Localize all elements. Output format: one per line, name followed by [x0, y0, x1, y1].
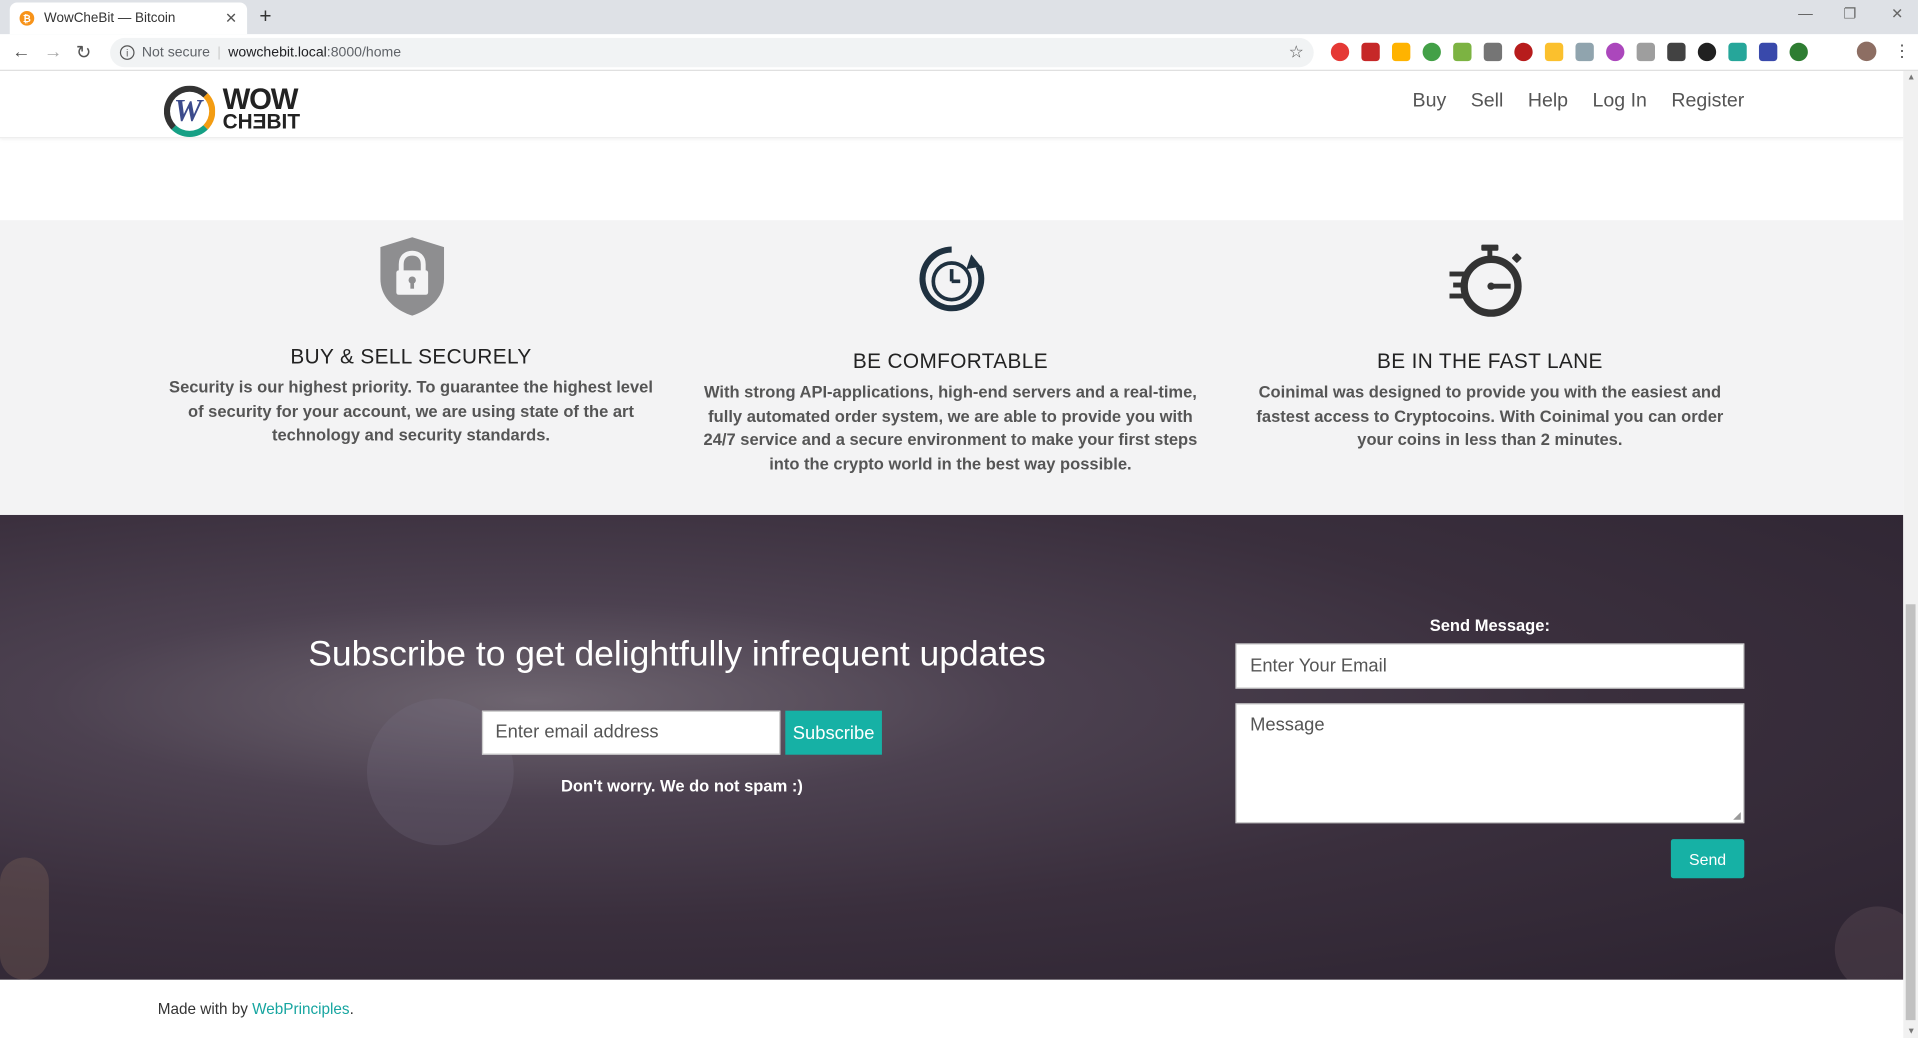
subscribe-button[interactable]: Subscribe: [785, 710, 882, 755]
stopwatch-refresh-icon: [919, 246, 985, 312]
extension-icon[interactable]: [1758, 42, 1778, 62]
feature-fast-lane-title: BE IN THE FAST LANE: [1376, 349, 1603, 374]
web-page: W WOW CHƎBIT Buy Sell Help Log In Regist…: [0, 70, 1904, 1038]
nav-help[interactable]: Help: [1528, 91, 1568, 113]
address-bar[interactable]: i Not secure | wowchebit.local:8000/home…: [110, 37, 1314, 68]
extension-icon[interactable]: [1453, 42, 1472, 62]
extension-icon[interactable]: [1483, 42, 1503, 62]
message-placeholder: Message: [1250, 714, 1325, 736]
bitcoin-favicon-icon: ₿: [19, 11, 35, 26]
scroll-up-icon[interactable]: ▲: [1907, 73, 1915, 82]
browser-tab-bar: ₿ WowCheBit — Bitcoin ✕ + — ❐ ✕: [0, 0, 1918, 35]
bokeh-blur: [0, 857, 49, 980]
nav-sell[interactable]: Sell: [1471, 91, 1504, 113]
not-secure-label: Not secure: [141, 45, 210, 60]
tab-close-icon[interactable]: ✕: [225, 10, 237, 27]
feature-secure: BUY & SELL SECURELY Security is our high…: [160, 345, 662, 447]
bokeh-blur: [1834, 906, 1904, 980]
tab-title: WowCheBit — Bitcoin: [44, 11, 176, 26]
fast-stopwatch-icon: [1449, 244, 1522, 317]
subscribe-title: Subscribe to get delightfully infrequent…: [308, 634, 1046, 674]
info-icon[interactable]: i: [119, 45, 135, 60]
reload-icon[interactable]: ↻: [76, 42, 91, 64]
extension-icon[interactable]: [1361, 42, 1380, 62]
scrollbar-thumb[interactable]: [1905, 604, 1916, 1021]
back-icon[interactable]: ←: [12, 42, 30, 63]
message-email-input[interactable]: Enter Your Email: [1235, 643, 1745, 689]
extension-icon[interactable]: [1789, 42, 1808, 62]
url-path: :8000/home: [326, 45, 402, 60]
webprinciples-link[interactable]: WebPrinciples: [252, 1001, 349, 1018]
nav-register[interactable]: Register: [1671, 91, 1744, 113]
footer-credit: Made with by WebPrinciples.: [158, 1001, 354, 1018]
main-nav: Buy Sell Help Log In Register: [1413, 91, 1745, 113]
feature-comfortable: BE COMFORTABLE With strong API-applicati…: [700, 350, 1202, 476]
extension-icon[interactable]: [1422, 42, 1441, 62]
extension-icon[interactable]: [1667, 42, 1686, 62]
site-header: W WOW CHƎBIT Buy Sell Help Log In Regist…: [0, 70, 1904, 139]
feature-secure-text: Security is our highest priority. To gua…: [169, 377, 653, 445]
send-message-label: Send Message:: [1429, 616, 1550, 635]
logo-w: W: [173, 92, 202, 129]
new-tab-icon[interactable]: +: [259, 5, 271, 29]
browser-tab[interactable]: ₿ WowCheBit — Bitcoin ✕: [9, 2, 248, 35]
extension-icon[interactable]: [1697, 42, 1717, 62]
extension-icon[interactable]: [1636, 42, 1655, 62]
extensions-bar: [1330, 42, 1808, 62]
feature-secure-title: BUY & SELL SECURELY: [290, 344, 532, 369]
extension-icon[interactable]: [1544, 42, 1564, 62]
nav-buy[interactable]: Buy: [1413, 91, 1447, 113]
feature-fast-lane-text: Coinimal was designed to provide you wit…: [1256, 382, 1724, 449]
minimize-icon[interactable]: —: [1798, 5, 1813, 22]
restore-icon[interactable]: ❐: [1843, 5, 1856, 22]
bookmark-star-icon[interactable]: ☆: [1289, 42, 1304, 63]
extension-icon[interactable]: [1606, 42, 1625, 62]
browser-menu-icon[interactable]: ⋮: [1894, 40, 1911, 61]
extension-icon[interactable]: [1728, 42, 1747, 62]
omnibox-separator: |: [217, 45, 221, 60]
scroll-down-icon[interactable]: ▼: [1907, 1027, 1915, 1036]
logo-text-bottom: CHƎBIT: [222, 110, 301, 134]
extension-icon[interactable]: [1392, 42, 1411, 62]
page-scrollbar[interactable]: ▲ ▼: [1903, 70, 1918, 1038]
features-section: BUY & SELL SECURELY Security is our high…: [0, 220, 1904, 515]
footer-suffix: .: [349, 1000, 354, 1018]
subscribe-email-input[interactable]: Enter email address: [481, 710, 781, 755]
nav-login[interactable]: Log In: [1593, 91, 1647, 113]
extension-icon[interactable]: [1330, 42, 1350, 62]
feature-comfortable-text: With strong API-applications, high-end s…: [703, 382, 1198, 473]
footer-prefix: Made with by: [157, 1000, 253, 1018]
browser-toolbar: ← → ↻ i Not secure | wowchebit.local:800…: [0, 34, 1918, 71]
forward-icon[interactable]: →: [44, 42, 62, 63]
close-window-icon[interactable]: ✕: [1891, 5, 1903, 22]
feature-comfortable-title: BE COMFORTABLE: [852, 349, 1048, 374]
url-host: wowchebit.local: [228, 45, 327, 60]
site-footer: Made with by WebPrinciples.: [0, 979, 1904, 1038]
send-button[interactable]: Send: [1670, 839, 1745, 879]
wowchebit-logo[interactable]: W WOW CHƎBIT: [163, 76, 311, 137]
extension-icon[interactable]: [1575, 42, 1594, 62]
padlock-shield-icon: [380, 237, 445, 316]
url-text: wowchebit.local:8000/home: [228, 45, 401, 60]
profile-avatar[interactable]: [1856, 41, 1877, 62]
extension-icon[interactable]: [1514, 42, 1533, 62]
subscribe-section: Subscribe to get delightfully infrequent…: [0, 514, 1904, 980]
message-textarea[interactable]: Message ◢: [1235, 703, 1745, 824]
feature-fast-lane: BE IN THE FAST LANE Coinimal was designe…: [1239, 350, 1741, 452]
resize-grip-icon[interactable]: ◢: [1733, 810, 1741, 821]
no-spam-note: Don't worry. We do not spam :): [561, 776, 803, 796]
